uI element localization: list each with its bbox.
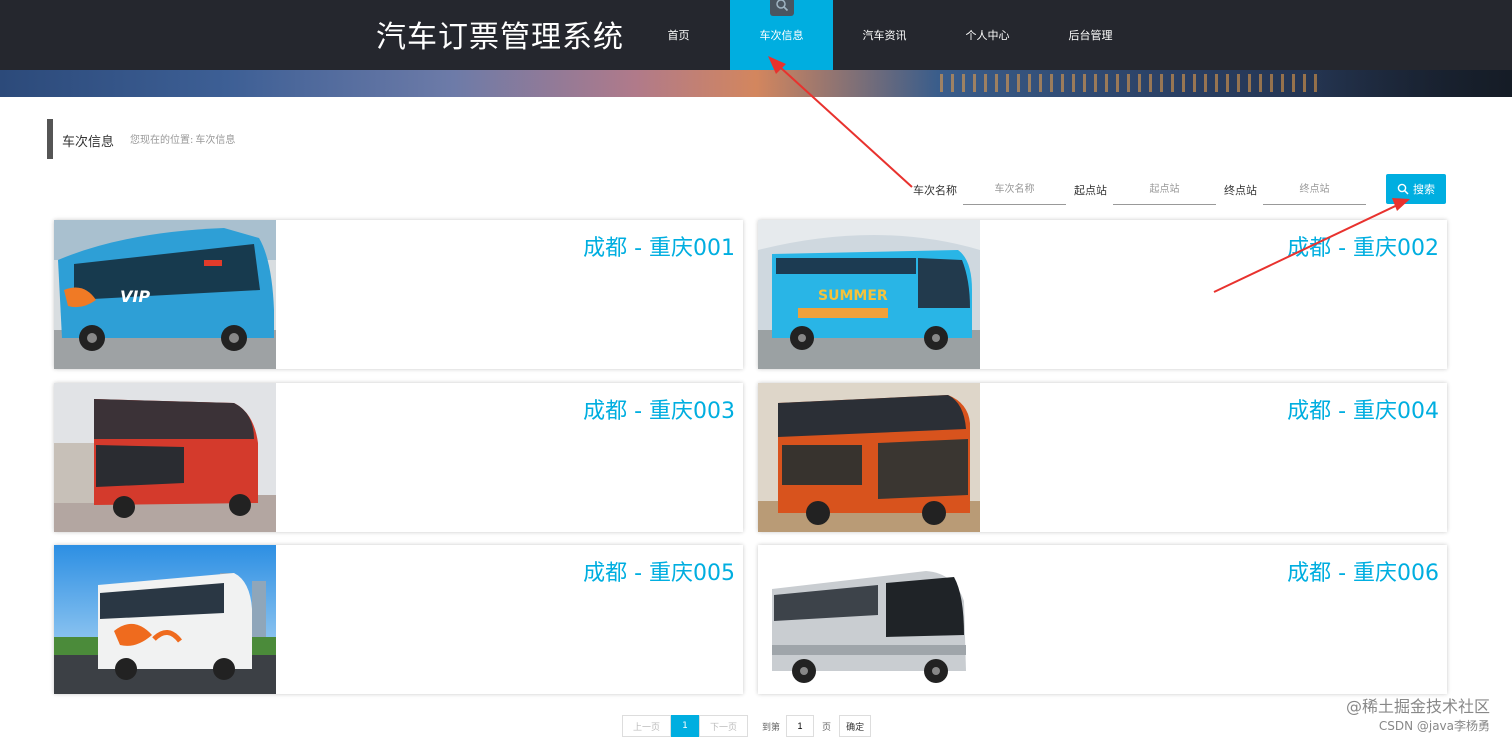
trip-title[interactable]: 成都 - 重庆003	[583, 393, 735, 425]
svg-text:SUMMER: SUMMER	[818, 288, 888, 304]
trip-title[interactable]: 成都 - 重庆006	[1287, 555, 1439, 587]
bus-photo[interactable]	[758, 545, 980, 694]
trip-card[interactable]: 成都 - 重庆006	[758, 545, 1447, 694]
nav-item-profile[interactable]: 个人中心	[936, 0, 1039, 70]
watermark: @稀土掘金技术社区 CSDN @java李杨勇	[1346, 693, 1490, 734]
section-title: 车次信息	[62, 135, 115, 150]
page-number-current[interactable]: 1	[671, 715, 700, 737]
trip-title[interactable]: 成都 - 重庆002	[1287, 230, 1439, 262]
goto-page-input[interactable]	[786, 715, 815, 737]
bus-photo[interactable]	[54, 545, 276, 694]
goto-confirm-button[interactable]: 确定	[839, 715, 872, 737]
watermark-juejin: @稀土掘金技术社区	[1345, 697, 1490, 716]
svg-text:VIP: VIP	[120, 287, 150, 306]
watermark-csdn: CSDN @java李杨勇	[1378, 719, 1490, 733]
nav-item-label: 首页	[667, 29, 690, 42]
trip-card[interactable]: 成都 - 重庆003	[54, 383, 743, 532]
page-unit-label: 页	[822, 722, 832, 733]
breadcrumb-prefix: 您现在的位置:	[130, 135, 194, 146]
bus-photo[interactable]: SUMMER	[758, 220, 980, 369]
nav-item-home[interactable]: 首页	[627, 0, 730, 70]
start-station-label: 起点站	[1074, 184, 1107, 197]
nav-item-admin[interactable]: 后台管理	[1039, 0, 1142, 70]
trip-name-input[interactable]	[963, 175, 1066, 205]
search-button-label: 搜索	[1413, 183, 1435, 196]
breadcrumb: 您现在的位置: 车次信息	[130, 131, 237, 146]
bus-photo[interactable]	[54, 383, 276, 532]
header-banner	[0, 70, 1512, 97]
nav-item-news[interactable]: 汽车资讯	[833, 0, 936, 70]
next-page-button[interactable]: 下一页	[699, 715, 749, 737]
banner-shade	[1312, 70, 1512, 97]
trip-card[interactable]: 成都 - 重庆005	[54, 545, 743, 694]
nav-item-trips[interactable]: 车次信息	[730, 0, 833, 70]
bus-photo[interactable]	[758, 383, 980, 532]
end-station-input[interactable]	[1263, 175, 1366, 205]
main-nav: 首页 车次信息 汽车资讯 个人中心 后台管理	[627, 0, 1142, 70]
trip-title[interactable]: 成都 - 重庆004	[1287, 393, 1439, 425]
pagination: 上一页 1 下一页 到第 页 确定	[622, 715, 872, 737]
nav-item-label: 后台管理	[1068, 29, 1113, 42]
end-station-label: 终点站	[1224, 184, 1257, 197]
nav-item-label: 个人中心	[965, 29, 1010, 42]
breadcrumb-current[interactable]: 车次信息	[195, 135, 235, 146]
trip-title[interactable]: 成都 - 重庆005	[583, 555, 735, 587]
bus-photo[interactable]: VIP	[54, 220, 276, 369]
trip-card[interactable]: 成都 - 重庆004	[758, 383, 1447, 532]
breadcrumb-accent-bar	[47, 119, 53, 159]
trip-card[interactable]: SUMMER 成都 - 重庆002	[758, 220, 1447, 369]
trip-card[interactable]: VIP 成都 - 重庆001	[54, 220, 743, 369]
nav-item-label: 汽车资讯	[862, 29, 907, 42]
site-title: 汽车订票管理系统	[376, 20, 624, 55]
start-station-input[interactable]	[1113, 175, 1216, 205]
search-bar: 车次名称 起点站 终点站 搜索	[913, 174, 1446, 206]
search-button[interactable]: 搜索	[1386, 174, 1446, 204]
trip-name-label: 车次名称	[913, 184, 957, 197]
trip-title[interactable]: 成都 - 重庆001	[583, 230, 735, 262]
top-navbar: 汽车订票管理系统 首页 车次信息 汽车资讯 个人中心 后台管理	[0, 0, 1512, 70]
prev-page-button[interactable]: 上一页	[622, 715, 672, 737]
nav-item-label: 车次信息	[759, 29, 804, 42]
goto-label: 到第	[762, 722, 781, 733]
search-icon	[1397, 183, 1409, 195]
search-icon	[769, 0, 794, 16]
banner-city-lights	[940, 74, 1320, 92]
